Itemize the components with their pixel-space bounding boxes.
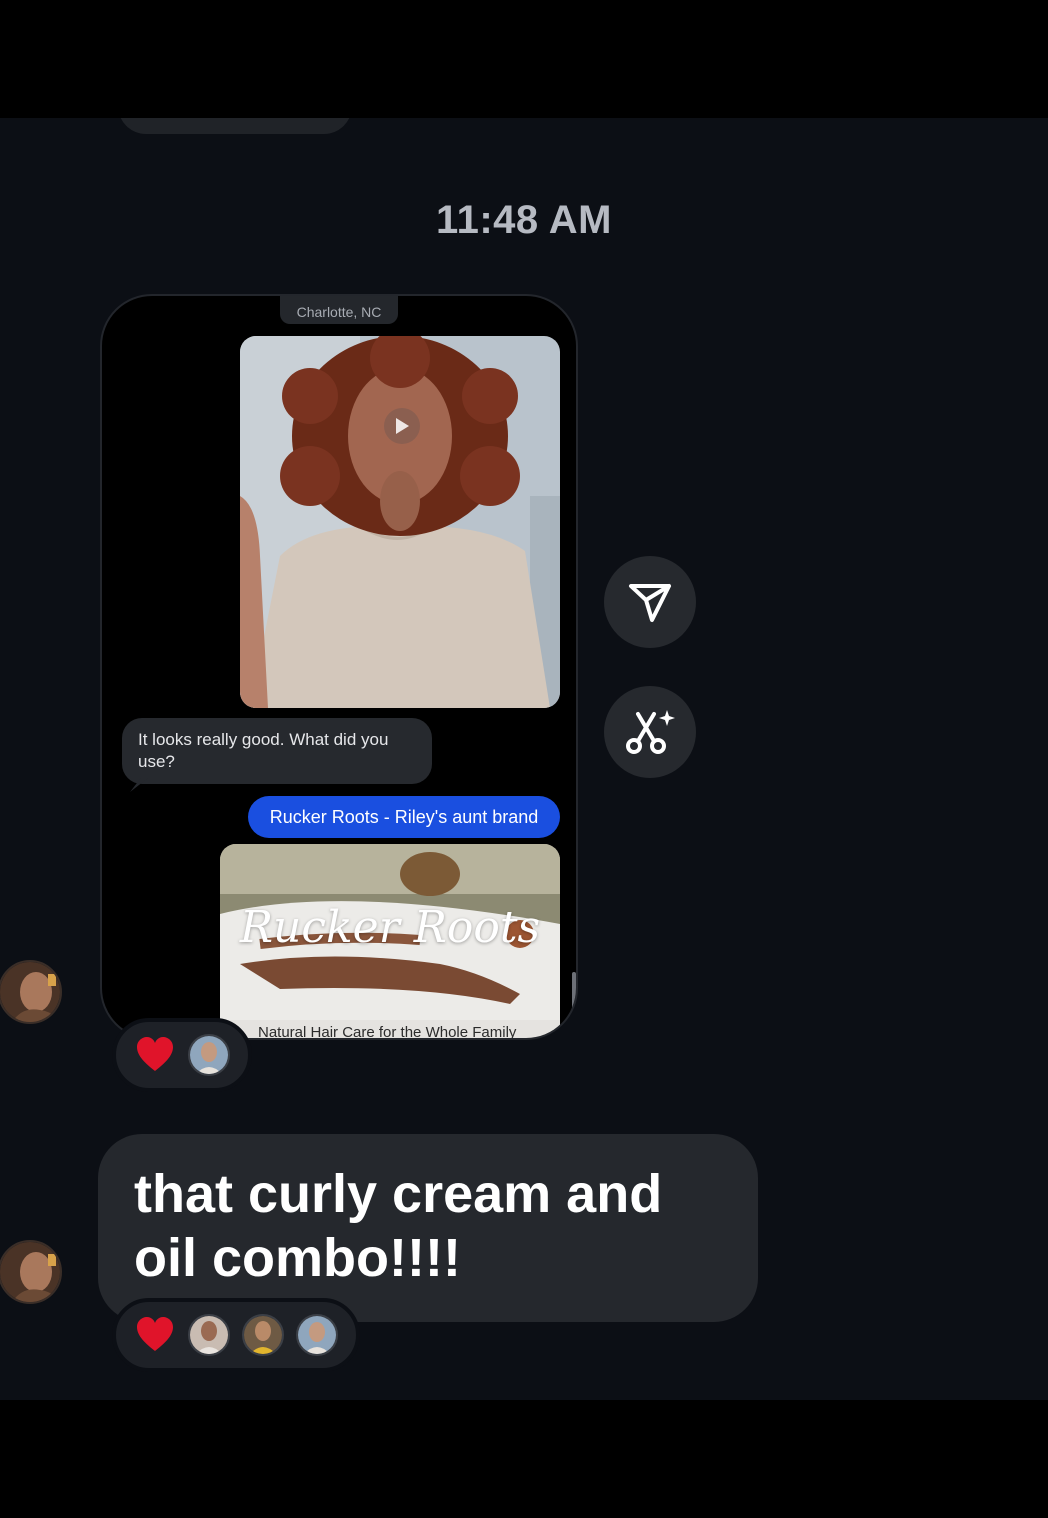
- message-timestamp: 11:48 AM: [436, 198, 612, 242]
- sender-avatar[interactable]: [0, 1240, 62, 1304]
- heart-icon: [137, 1037, 173, 1071]
- reactor-avatar: [296, 1314, 338, 1356]
- sent-message-bubble: Rucker Roots - Riley's aunt brand: [248, 796, 560, 838]
- previous-reactions-pill[interactable]: [118, 118, 352, 134]
- sender-avatar[interactable]: [0, 960, 62, 1024]
- video-thumbnail[interactable]: [240, 336, 560, 708]
- shared-screenshot-message[interactable]: Charlotte, NC It looks really good. What…: [100, 294, 578, 1040]
- location-label: Charlotte, NC: [296, 304, 382, 320]
- bubble-tail: [130, 778, 148, 792]
- reactor-avatar: [188, 1314, 230, 1356]
- scissors-sparkle-icon: [626, 710, 675, 754]
- send-icon: [629, 584, 671, 622]
- share-button[interactable]: [604, 556, 696, 648]
- scroll-indicator: [572, 972, 576, 1012]
- reactor-avatar: [242, 1314, 284, 1356]
- link-preview-card[interactable]: Rucker Roots Natural Hair Care for the W…: [220, 844, 560, 1040]
- message-reactions[interactable]: [112, 1298, 360, 1372]
- ai-edit-button[interactable]: [604, 686, 696, 778]
- received-message-bubble: It looks really good. What did you use?: [122, 718, 432, 792]
- brand-logo: Rucker Roots: [239, 902, 541, 953]
- link-tagline: Natural Hair Care for the Whole Family: [258, 1024, 517, 1040]
- play-icon[interactable]: [384, 408, 420, 444]
- video-frame-image: [240, 336, 560, 708]
- chat-thread[interactable]: 11:48 AM Charlotte, NC It looks really g…: [0, 118, 1048, 1400]
- message-reactions[interactable]: [112, 1018, 252, 1092]
- reactor-avatar: [188, 1034, 230, 1076]
- received-message-bubble-large: that curly cream and oil combo!!!!: [98, 1134, 758, 1322]
- heart-icon: [137, 1317, 173, 1351]
- location-pill: Charlotte, NC: [280, 296, 398, 324]
- received-message-text: It looks really good. What did you use?: [138, 730, 389, 771]
